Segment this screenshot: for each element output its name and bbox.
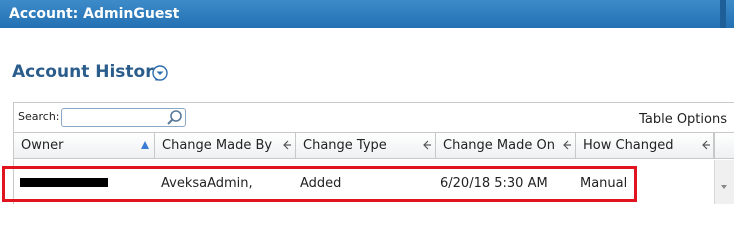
- table-options-link[interactable]: Table Options: [639, 112, 727, 127]
- column-header-how-changed[interactable]: How Changed: [576, 132, 714, 159]
- column-menu-icon[interactable]: [562, 140, 572, 150]
- column-header-owner[interactable]: Owner: [14, 132, 155, 159]
- column-header-change-made-by[interactable]: Change Made By: [155, 132, 296, 159]
- vertical-scrollbar[interactable]: [714, 160, 734, 204]
- highlight-annotation: [2, 166, 637, 202]
- column-header-label: Change Made By: [162, 138, 273, 153]
- column-header-label: Owner: [21, 138, 64, 153]
- collapse-toggle-icon[interactable]: [152, 65, 168, 81]
- column-menu-icon[interactable]: [422, 140, 432, 150]
- column-header-label: How Changed: [583, 138, 674, 153]
- column-menu-icon[interactable]: [701, 140, 711, 150]
- header-scroll-cap: [714, 132, 734, 159]
- column-header-label: Change Made On: [443, 138, 555, 153]
- search-label: Search:: [18, 110, 60, 123]
- page-title: Account History: [12, 62, 165, 82]
- titlebar-edge: [720, 0, 726, 28]
- search-icon[interactable]: [166, 109, 184, 126]
- window-titlebar: Account: AdminGuest: [0, 0, 734, 28]
- scroll-down-icon[interactable]: [719, 183, 729, 191]
- column-menu-icon[interactable]: [282, 140, 292, 150]
- column-header-label: Change Type: [303, 138, 387, 153]
- column-header-change-made-on[interactable]: Change Made On: [436, 132, 576, 159]
- sort-ascending-icon[interactable]: [140, 140, 150, 150]
- column-header-change-type[interactable]: Change Type: [296, 132, 436, 159]
- window-title: Account: AdminGuest: [9, 6, 180, 22]
